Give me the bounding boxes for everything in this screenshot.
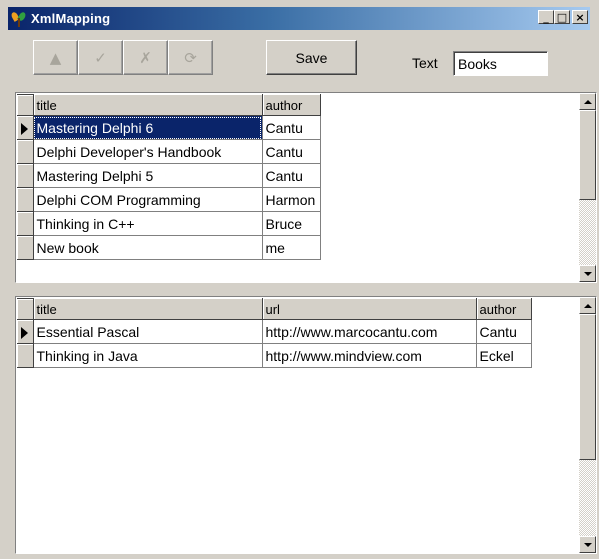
table-row[interactable]: Thinking in Java http://www.mindview.com… bbox=[17, 343, 532, 368]
current-row-arrow-icon bbox=[21, 326, 29, 339]
row-indicator bbox=[17, 139, 34, 164]
table-cell[interactable]: Bruce bbox=[262, 211, 321, 236]
refresh-icon: ⟳ bbox=[184, 48, 197, 67]
row-indicator bbox=[17, 211, 34, 236]
text-input[interactable] bbox=[453, 51, 548, 76]
header-indicator-cell bbox=[17, 94, 34, 116]
insert-icon: ▲ bbox=[49, 48, 62, 67]
ebooks-header-url[interactable]: url bbox=[262, 298, 477, 320]
scroll-down-button[interactable] bbox=[579, 265, 596, 282]
table-row[interactable]: Delphi COM Programming Harmon bbox=[17, 187, 321, 212]
scroll-thumb[interactable] bbox=[579, 314, 596, 460]
scroll-down-button[interactable] bbox=[579, 536, 596, 553]
close-button[interactable]: × bbox=[572, 10, 588, 24]
row-indicator bbox=[17, 115, 34, 140]
cancel-button[interactable]: ✗ bbox=[123, 40, 168, 75]
books-scrollbar[interactable] bbox=[579, 93, 596, 282]
row-indicator bbox=[17, 319, 34, 344]
table-cell[interactable]: Delphi COM Programming bbox=[33, 187, 263, 212]
header-indicator-cell bbox=[17, 298, 34, 320]
save-button[interactable]: Save bbox=[266, 40, 357, 75]
books-header-author[interactable]: author bbox=[262, 94, 321, 116]
title-bar[interactable]: XmlMapping _ □ × bbox=[8, 7, 590, 30]
books-table: title author Mastering Delphi 6 Cantu De… bbox=[17, 94, 321, 260]
row-indicator bbox=[17, 343, 34, 368]
app-leaf-icon bbox=[10, 10, 27, 27]
table-cell[interactable]: Eckel bbox=[476, 343, 532, 368]
db-navigator: ▲ ✓ ✗ ⟳ bbox=[33, 40, 213, 75]
arrow-down-icon bbox=[583, 542, 592, 547]
table-row[interactable]: Thinking in C++ Bruce bbox=[17, 211, 321, 236]
current-row-arrow-icon bbox=[21, 122, 29, 135]
table-cell[interactable]: New book bbox=[33, 235, 263, 260]
books-header-row: title author bbox=[17, 94, 321, 116]
ebooks-header-row: title url author bbox=[17, 298, 532, 320]
table-cell[interactable]: Delphi Developer's Handbook bbox=[33, 139, 263, 164]
ebooks-table: title url author Essential Pascal http:/… bbox=[17, 298, 532, 368]
insert-button[interactable]: ▲ bbox=[33, 40, 78, 75]
books-grid[interactable]: title author Mastering Delphi 6 Cantu De… bbox=[15, 92, 597, 283]
text-label: Text bbox=[412, 55, 438, 71]
table-cell[interactable]: Mastering Delphi 6 bbox=[33, 115, 263, 140]
table-cell[interactable]: Cantu bbox=[262, 163, 321, 188]
table-cell[interactable]: Essential Pascal bbox=[33, 319, 263, 344]
table-cell[interactable]: Cantu bbox=[262, 115, 321, 140]
ebooks-grid[interactable]: title url author Essential Pascal http:/… bbox=[15, 296, 597, 554]
row-indicator bbox=[17, 163, 34, 188]
table-cell[interactable]: me bbox=[262, 235, 321, 260]
ebooks-header-title[interactable]: title bbox=[33, 298, 263, 320]
row-indicator bbox=[17, 187, 34, 212]
table-cell[interactable]: Cantu bbox=[476, 319, 532, 344]
books-header-title[interactable]: title bbox=[33, 94, 263, 116]
table-cell[interactable]: Thinking in C++ bbox=[33, 211, 263, 236]
arrow-up-icon bbox=[583, 99, 592, 104]
window-title: XmlMapping bbox=[31, 11, 111, 26]
scroll-thumb[interactable] bbox=[579, 110, 596, 200]
arrow-down-icon bbox=[583, 271, 592, 276]
app-window: XmlMapping _ □ × ▲ ✓ ✗ ⟳ Save Text title… bbox=[0, 0, 599, 559]
cancel-icon: ✗ bbox=[139, 48, 152, 67]
table-cell[interactable]: Thinking in Java bbox=[33, 343, 263, 368]
table-row[interactable]: Mastering Delphi 6 Cantu bbox=[17, 115, 321, 140]
table-cell[interactable]: Mastering Delphi 5 bbox=[33, 163, 263, 188]
post-button[interactable]: ✓ bbox=[78, 40, 123, 75]
table-row[interactable]: Delphi Developer's Handbook Cantu bbox=[17, 139, 321, 164]
ebooks-header-author[interactable]: author bbox=[476, 298, 532, 320]
scroll-up-button[interactable] bbox=[579, 297, 596, 314]
table-row[interactable]: New book me bbox=[17, 235, 321, 260]
arrow-up-icon bbox=[583, 303, 592, 308]
table-row[interactable]: Essential Pascal http://www.marcocantu.c… bbox=[17, 319, 532, 344]
table-cell[interactable]: http://www.marcocantu.com bbox=[262, 319, 477, 344]
post-icon: ✓ bbox=[94, 48, 107, 67]
ebooks-scrollbar[interactable] bbox=[579, 297, 596, 553]
table-row[interactable]: Mastering Delphi 5 Cantu bbox=[17, 163, 321, 188]
refresh-button[interactable]: ⟳ bbox=[168, 40, 213, 75]
table-cell[interactable]: Cantu bbox=[262, 139, 321, 164]
scroll-up-button[interactable] bbox=[579, 93, 596, 110]
table-cell[interactable]: http://www.mindview.com bbox=[262, 343, 477, 368]
row-indicator bbox=[17, 235, 34, 260]
window-controls: _ □ × bbox=[538, 10, 588, 24]
maximize-button[interactable]: □ bbox=[554, 10, 570, 24]
minimize-button[interactable]: _ bbox=[538, 10, 554, 24]
table-cell[interactable]: Harmon bbox=[262, 187, 321, 212]
